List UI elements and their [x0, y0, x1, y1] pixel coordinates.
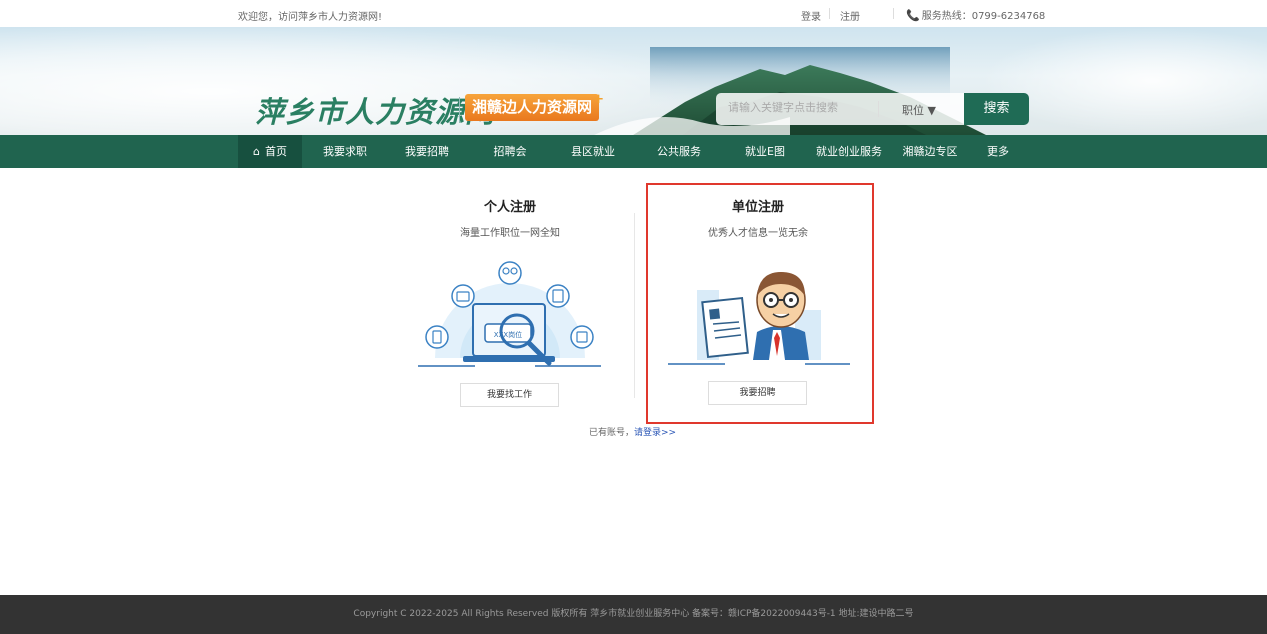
- welcome-text: 欢迎您，访问萍乡市人力资源网!: [238, 12, 383, 23]
- job-search-illustration: XXX岗位: [418, 261, 601, 367]
- footer: Copyright C 2022-2025 All Rights Reserve…: [0, 595, 1267, 634]
- personal-register-title: 个人注册: [483, 200, 536, 215]
- nav-item-home[interactable]: ⌂ 首页: [238, 135, 302, 168]
- nav-item-county-employment[interactable]: 县区就业: [560, 135, 626, 168]
- header-banner: 萍乡市人力资源网 湘赣边人力资源网+ 职位 ▼ 搜索: [0, 27, 1267, 135]
- login-link[interactable]: 登录: [801, 8, 821, 23]
- nav-item-employment-map[interactable]: 就业E图: [734, 135, 796, 168]
- divider: [829, 8, 830, 19]
- company-register-title: 单位注册: [731, 200, 784, 215]
- recruit-button[interactable]: 我要招聘: [708, 381, 807, 405]
- nav-item-more[interactable]: 更多: [978, 135, 1018, 168]
- hotline: 📞 服务热线：0799-6234768: [906, 7, 1045, 22]
- hotline-text: 服务热线：0799-6234768: [921, 11, 1046, 22]
- search-button[interactable]: 搜索: [964, 93, 1029, 125]
- recruiter-illustration: [668, 272, 850, 365]
- nav-item-job-fair[interactable]: 招聘会: [480, 135, 540, 168]
- nav-item-recruiting[interactable]: 我要招聘: [394, 135, 460, 168]
- company-register-subtitle: 优秀人才信息一览无余: [708, 228, 808, 239]
- plus-icon: +: [593, 92, 605, 107]
- phone-icon: 📞: [906, 9, 920, 22]
- divider: [893, 8, 894, 19]
- find-job-button[interactable]: 我要找工作: [460, 383, 559, 407]
- divider: [634, 213, 635, 398]
- nav-item-entrepreneurship[interactable]: 就业创业服务: [812, 135, 886, 168]
- registration-area: 个人注册 海量工作职位一网全知 XXX岗位 我要找工作 单位注册 优秀人才信息一…: [0, 168, 1267, 594]
- login-hint: 已有账号，请登录>>: [589, 428, 677, 438]
- home-icon: ⌂: [253, 145, 260, 158]
- job-title-placeholder: XXX岗位: [494, 330, 522, 339]
- main-nav: ⌂ 首页 我要求职 我要招聘 招聘会 县区就业 公共服务 就业E图 就业创业服务 …: [0, 135, 1267, 168]
- regional-logo-text: 湘赣边人力资源网: [472, 98, 593, 116]
- search-box: 职位 ▼: [716, 93, 964, 125]
- search-type-dropdown[interactable]: 职位 ▼: [902, 102, 936, 118]
- search-input[interactable]: [728, 101, 878, 114]
- personal-register-subtitle: 海量工作职位一网全知: [460, 228, 560, 239]
- regional-logo-badge[interactable]: 湘赣边人力资源网 +: [465, 92, 604, 121]
- nav-item-xianggan-zone[interactable]: 湘赣边专区: [898, 135, 962, 168]
- top-bar: 欢迎您，访问萍乡市人力资源网! 登录 注册 📞 服务热线：0799-6234768: [0, 0, 1267, 27]
- register-link[interactable]: 注册: [840, 8, 860, 23]
- nav-item-public-service[interactable]: 公共服务: [646, 135, 712, 168]
- nav-item-job-seeking[interactable]: 我要求职: [312, 135, 378, 168]
- login-link[interactable]: 请登录>>: [634, 428, 676, 438]
